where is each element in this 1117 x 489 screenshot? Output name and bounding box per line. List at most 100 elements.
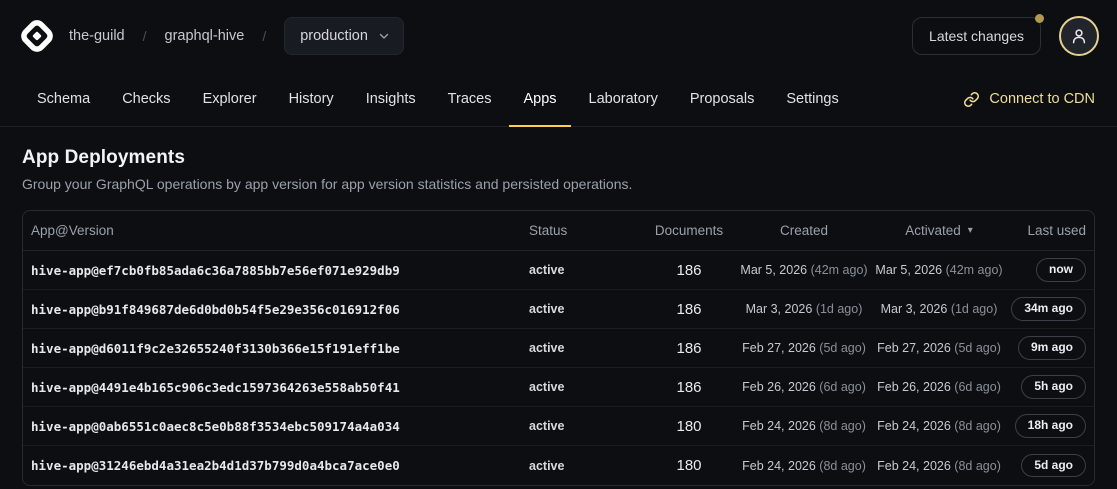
status-cell: active [529,419,639,433]
created-ago: (5d ago) [819,341,866,355]
latest-changes-label: Latest changes [929,28,1024,44]
last-used-cell: now [1009,258,1086,281]
tab-label: Insights [366,91,416,107]
created-cell: Mar 3, 2026 (1d ago) [739,302,869,316]
column-header-app-version[interactable]: App@Version [31,223,529,238]
activated-cell: Mar 5, 2026 (42m ago) [869,263,1009,277]
activated-ago: (6d ago) [954,380,1001,394]
table-row[interactable]: hive-app@4491e4b165c906c3edc1597364263e5… [23,368,1094,407]
target-selector[interactable]: production [284,17,404,55]
column-header-activated[interactable]: Activated ▾ [869,223,1009,238]
table-row[interactable]: hive-app@ef7cb0fb85ada6c36a7885bb7e56ef0… [23,251,1094,290]
activated-cell: Mar 3, 2026 (1d ago) [869,302,1009,316]
tab-label: Explorer [203,91,257,107]
activated-ago: (1d ago) [951,302,998,316]
tab-label: Traces [448,91,492,107]
activated-date: Mar 5, 2026 [875,263,942,277]
activated-date: Feb 27, 2026 [877,341,951,355]
column-header-status[interactable]: Status [529,223,639,238]
chevron-down-icon [378,30,390,42]
table-row[interactable]: hive-app@31246ebd4a31ea2b4d1d37b799d0a4b… [23,446,1094,485]
documents-cell: 186 [639,301,739,318]
last-used-badge: 34m ago [1011,297,1086,320]
tab-label: Apps [523,91,556,107]
tab-traces[interactable]: Traces [434,72,506,127]
table-row[interactable]: hive-app@b91f849687de6d0bd0b54f5e29e356c… [23,290,1094,329]
app-version-cell: hive-app@0ab6551c0aec8c5e0b88f3534ebc509… [31,419,529,434]
app-deployments-table: App@Version Status Documents Created Act… [22,210,1095,486]
notification-dot [1035,14,1044,23]
last-used-cell: 18h ago [1009,414,1086,437]
main-content: App Deployments Group your GraphQL opera… [0,127,1117,486]
avatar[interactable] [1059,16,1099,56]
tab-label: Laboratory [589,91,658,107]
created-cell: Feb 27, 2026 (5d ago) [739,341,869,355]
column-header-activated-label: Activated [905,223,961,238]
created-cell: Mar 5, 2026 (42m ago) [739,263,869,277]
tab-bar: Schema Checks Explorer History Insights … [0,72,1117,127]
created-date: Feb 24, 2026 [742,459,816,473]
connect-to-cdn-link[interactable]: Connect to CDN [963,72,1095,126]
tab-label: History [289,91,334,107]
connect-to-cdn-label: Connect to CDN [989,91,1095,107]
status-cell: active [529,341,639,355]
documents-cell: 186 [639,340,739,357]
created-cell: Feb 26, 2026 (6d ago) [739,380,869,394]
activated-cell: Feb 24, 2026 (8d ago) [869,459,1009,473]
tab-schema[interactable]: Schema [23,72,104,127]
column-header-created[interactable]: Created [739,223,869,238]
created-ago: (8d ago) [819,459,866,473]
column-header-documents[interactable]: Documents [639,223,739,238]
last-used-cell: 5d ago [1009,454,1086,477]
tab-label: Proposals [690,91,754,107]
app-version-cell: hive-app@b91f849687de6d0bd0b54f5e29e356c… [31,302,529,317]
tab-label: Checks [122,91,170,107]
status-cell: active [529,459,639,473]
breadcrumb-project[interactable]: graphql-hive [165,28,245,44]
last-used-badge: 18h ago [1015,414,1086,437]
last-used-badge: 9m ago [1018,336,1086,359]
tab-explorer[interactable]: Explorer [189,72,271,127]
breadcrumb-separator: / [143,28,147,44]
latest-changes-button[interactable]: Latest changes [912,17,1041,55]
activated-ago: (8d ago) [954,419,1001,433]
tab-label: Schema [37,91,90,107]
tab-laboratory[interactable]: Laboratory [575,72,672,127]
created-date: Feb 26, 2026 [742,380,816,394]
table-body: hive-app@ef7cb0fb85ada6c36a7885bb7e56ef0… [23,251,1094,485]
tab-apps[interactable]: Apps [509,72,570,127]
created-date: Mar 3, 2026 [746,302,813,316]
column-header-last-used[interactable]: Last used [1009,223,1086,238]
activated-date: Feb 24, 2026 [877,459,951,473]
last-used-badge: 5h ago [1021,375,1086,398]
tab-checks[interactable]: Checks [108,72,184,127]
documents-cell: 186 [639,379,739,396]
table-row[interactable]: hive-app@d6011f9c2e32655240f3130b366e15f… [23,329,1094,368]
table-row[interactable]: hive-app@0ab6551c0aec8c5e0b88f3534ebc509… [23,407,1094,446]
last-used-badge: now [1036,258,1086,281]
tab-proposals[interactable]: Proposals [676,72,768,127]
hive-logo-icon[interactable] [17,16,57,56]
status-cell: active [529,263,639,277]
app-version-cell: hive-app@31246ebd4a31ea2b4d1d37b799d0a4b… [31,458,529,473]
activated-ago: (42m ago) [946,263,1003,277]
created-cell: Feb 24, 2026 (8d ago) [739,419,869,433]
page-subtitle: Group your GraphQL operations by app ver… [22,176,1095,192]
breadcrumb: the-guild / graphql-hive / production [69,17,404,55]
created-ago: (42m ago) [811,263,868,277]
breadcrumb-org[interactable]: the-guild [69,28,125,44]
tab-settings[interactable]: Settings [772,72,852,127]
activated-date: Mar 3, 2026 [881,302,948,316]
created-date: Feb 27, 2026 [742,341,816,355]
link-icon [963,91,980,108]
last-used-cell: 5h ago [1009,375,1086,398]
tab-history[interactable]: History [275,72,348,127]
activated-ago: (8d ago) [954,459,1001,473]
documents-cell: 186 [639,262,739,279]
tab-insights[interactable]: Insights [352,72,430,127]
status-cell: active [529,380,639,394]
app-version-cell: hive-app@ef7cb0fb85ada6c36a7885bb7e56ef0… [31,263,529,278]
target-selector-value: production [300,28,368,44]
created-ago: (6d ago) [819,380,866,394]
status-cell: active [529,302,639,316]
